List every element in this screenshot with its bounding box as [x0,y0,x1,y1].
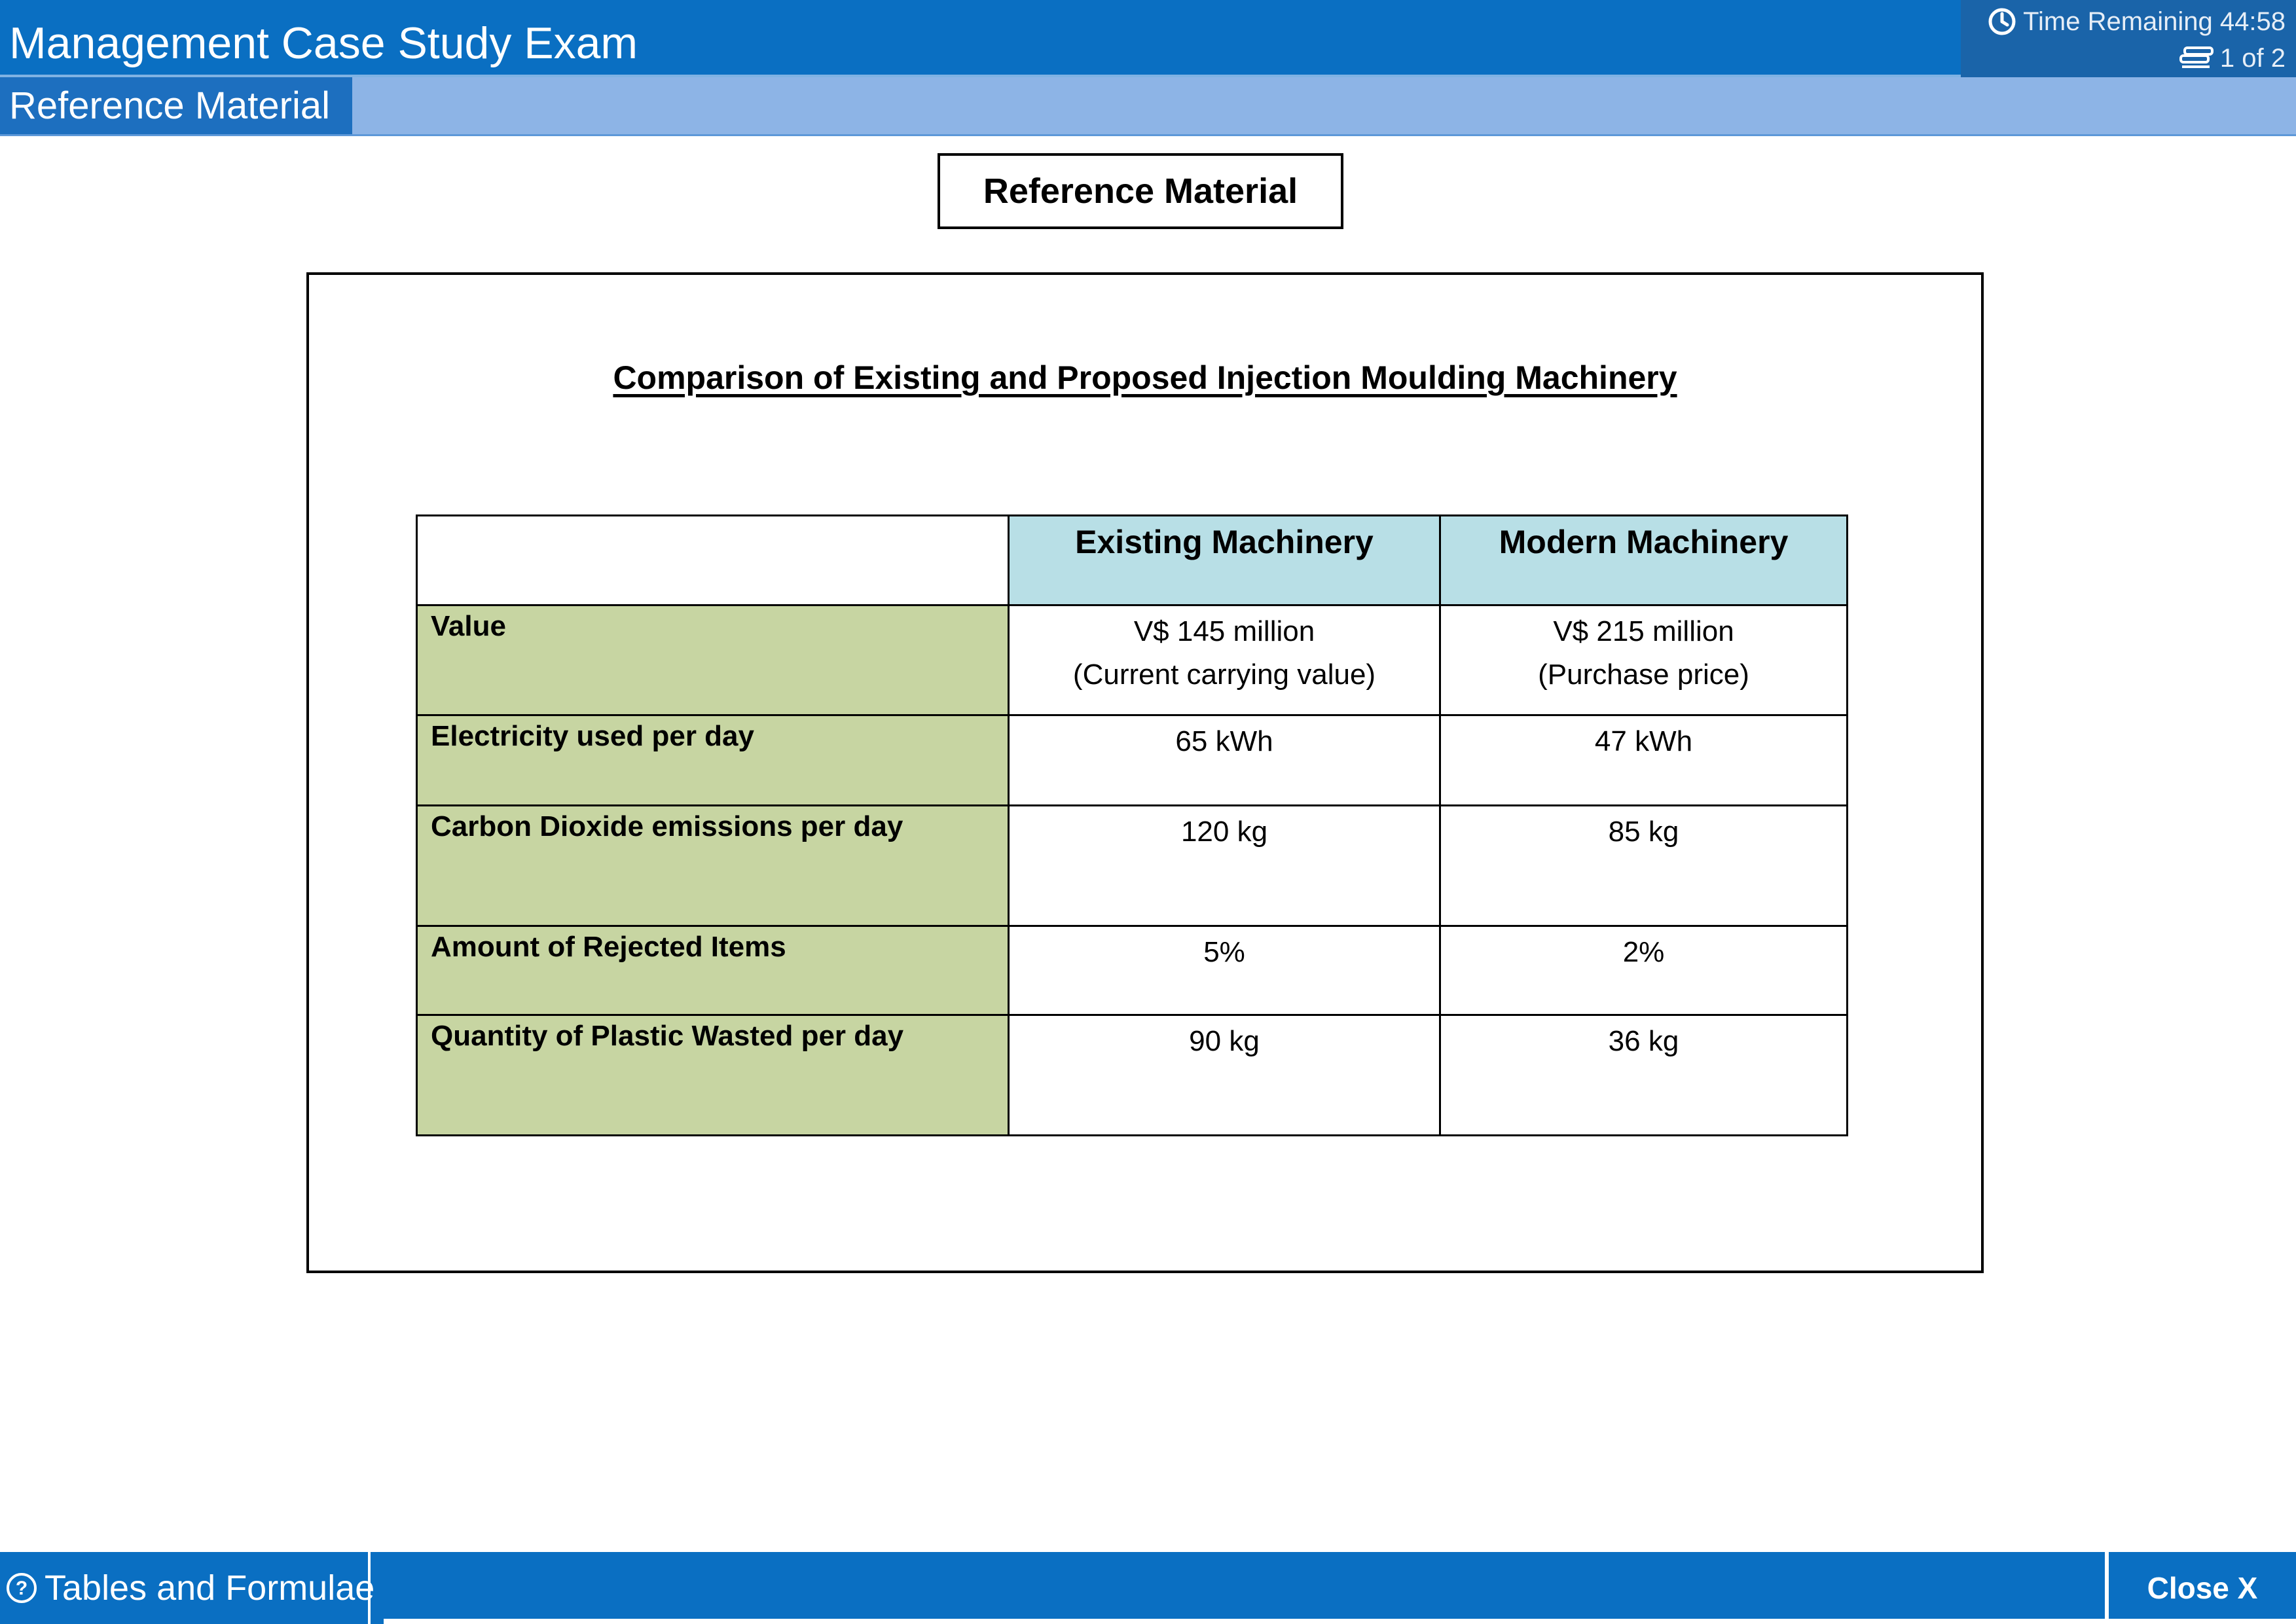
existing-value: 5% [1008,925,1441,1016]
modern-value: 85 kg [1439,804,1848,927]
existing-value: 90 kg [1008,1014,1441,1136]
row-label: Amount of Rejected Items [416,925,1010,1016]
table-row: Value V$ 145 million (Current carrying v… [416,604,1848,716]
timer-text: Time Remaining 44:58 [2023,7,2286,36]
exam-footer: ? Tables and Formulae Close X [0,1552,2296,1624]
table-header-row: Existing Machinery Modern Machinery [416,514,1848,606]
table-row: Amount of Rejected Items 5% 2% [416,925,1848,1016]
tab-reference-material[interactable]: Reference Material [0,77,352,134]
close-button[interactable]: Close X [2105,1552,2296,1624]
header-cell-blank [416,514,1010,606]
pages-icon [2178,45,2215,71]
exam-title: Management Case Study Exam [9,18,638,68]
modern-value: 2% [1439,925,1848,1016]
existing-value: V$ 145 million [1133,615,1315,647]
modern-value-cell: V$ 215 million (Purchase price) [1439,604,1848,716]
clock-icon [1988,7,2016,36]
existing-value-note: (Current carrying value) [1072,659,1376,691]
row-label: Carbon Dioxide emissions per day [416,804,1010,927]
row-label: Electricity used per day [416,714,1010,806]
page-count: 1 of 2 [2219,43,2286,73]
reference-heading: Reference Material [938,153,1343,229]
status-panel: Time Remaining 44:58 1 of 2 [1961,0,2296,77]
help-circle-icon: ? [5,1572,38,1604]
modern-value: 47 kWh [1439,714,1848,806]
tables-and-formulae-button[interactable]: ? Tables and Formulae [0,1552,375,1624]
comparison-table: Existing Machinery Modern Machinery Valu… [416,514,1848,1136]
modern-value-note: (Purchase price) [1538,659,1749,691]
existing-value-cell: V$ 145 million (Current carrying value) [1008,604,1441,716]
time-remaining: Time Remaining 44:58 [1988,4,2286,39]
table-row: Electricity used per day 65 kWh 47 kWh [416,714,1848,806]
footer-divider [384,1619,2296,1624]
row-label: Quantity of Plastic Wasted per day [416,1014,1010,1136]
existing-value: 120 kg [1008,804,1441,927]
existing-value: 65 kWh [1008,714,1441,806]
svg-text:?: ? [16,1578,27,1599]
table-row: Carbon Dioxide emissions per day 120 kg … [416,804,1848,927]
tables-and-formulae-label: Tables and Formulae [45,1568,375,1608]
row-label: Value [416,604,1010,716]
table-row: Quantity of Plastic Wasted per day 90 kg… [416,1014,1848,1136]
header-cell-modern: Modern Machinery [1439,514,1848,606]
document-title: Comparison of Existing and Proposed Inje… [613,359,1677,396]
exam-header: Management Case Study Exam Time Remainin… [0,0,2296,77]
modern-value: V$ 215 million [1553,615,1734,647]
section-bar: Reference Material [0,77,2296,136]
header-cell-existing: Existing Machinery [1008,514,1441,606]
page-indicator: 1 of 2 [2178,41,2286,76]
modern-value: 36 kg [1439,1014,1848,1136]
